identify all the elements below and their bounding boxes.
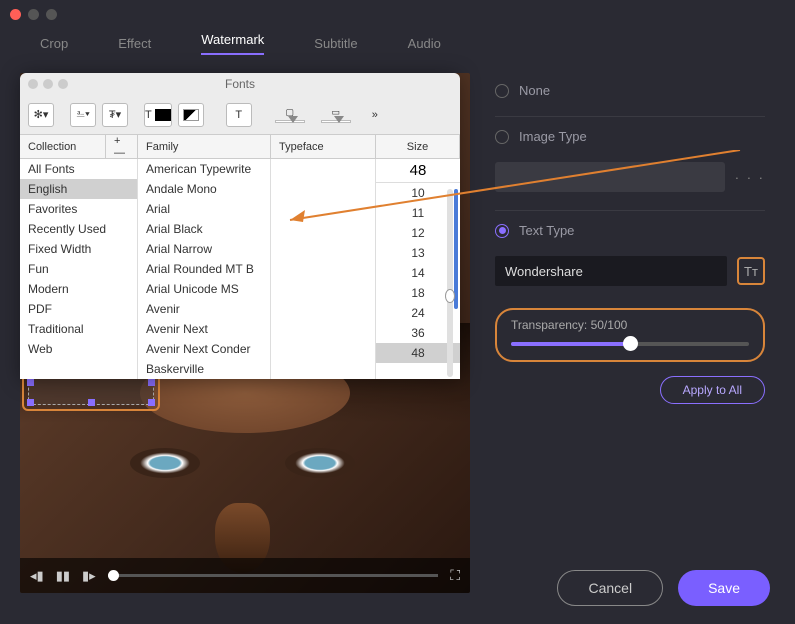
close-window-icon[interactable] — [10, 9, 21, 20]
prev-frame-icon[interactable]: ◂▮ — [30, 568, 44, 584]
families-list[interactable]: American Typewrite Andale Mono Arial Ari… — [138, 159, 271, 379]
collection-add-remove-button[interactable]: + — — [106, 135, 138, 158]
seek-thumb-icon[interactable] — [108, 570, 119, 581]
list-item[interactable]: Modern — [20, 279, 137, 299]
list-item[interactable]: American Typewrite — [138, 159, 270, 179]
gear-icon[interactable]: ✻▾ — [28, 103, 54, 127]
panel-zoom-icon[interactable] — [58, 79, 68, 89]
radio-none[interactable] — [495, 84, 509, 98]
dialog-buttons: Cancel Save — [557, 570, 770, 606]
list-item[interactable]: Web — [20, 339, 137, 359]
bg-color-icon[interactable] — [178, 103, 204, 127]
fonts-panel-title: Fonts — [225, 77, 255, 91]
col-size[interactable]: Size — [376, 135, 460, 158]
tab-subtitle[interactable]: Subtitle — [314, 36, 357, 51]
radio-image-type[interactable] — [495, 130, 509, 144]
list-item[interactable]: Arial Unicode MS — [138, 279, 270, 299]
editor-tabs: Crop Effect Watermark Subtitle Audio — [0, 28, 795, 58]
preview-area: ◂▮ ▮▮ ▮▸ ⛶ Fonts ✻▾ ⎁▾ ₮▾ T — [20, 73, 470, 593]
collections-list[interactable]: All Fonts English Favorites Recently Use… — [20, 159, 138, 379]
pause-icon[interactable]: ▮▮ — [56, 568, 70, 584]
col-family[interactable]: Family — [138, 135, 271, 158]
list-item[interactable]: Recently Used — [20, 219, 137, 239]
list-item[interactable]: English — [20, 179, 137, 199]
video-playbar: ◂▮ ▮▮ ▮▸ ⛶ — [20, 558, 470, 593]
divider — [495, 116, 765, 117]
underline-menu-icon[interactable]: ⎁▾ — [70, 103, 96, 127]
list-item[interactable]: Baskerville — [138, 359, 270, 379]
list-item[interactable]: Favorites — [20, 199, 137, 219]
divider — [495, 210, 765, 211]
watermark-text-input[interactable] — [495, 256, 727, 286]
col-collection[interactable]: Collection — [20, 135, 106, 158]
list-item[interactable]: Andale Mono — [138, 179, 270, 199]
font-settings-button[interactable]: Tᴛ — [737, 257, 765, 285]
fullscreen-icon[interactable]: ⛶ — [450, 567, 460, 584]
col-typeface[interactable]: Typeface — [271, 135, 376, 158]
list-item[interactable]: PDF — [20, 299, 137, 319]
more-tools-icon[interactable]: » — [362, 103, 388, 127]
list-item[interactable]: All Fonts — [20, 159, 137, 179]
resize-handle-icon[interactable] — [27, 399, 34, 406]
text-color-icon[interactable]: T — [144, 103, 172, 127]
list-item[interactable]: Traditional — [20, 319, 137, 339]
label-text-type: Text Type — [519, 223, 574, 238]
scrollbar-thumb-icon[interactable] — [445, 289, 455, 303]
apply-to-all-button[interactable]: Apply to All — [660, 376, 765, 404]
label-image-type: Image Type — [519, 129, 587, 144]
transparency-label: Transparency: 50/100 — [511, 318, 749, 332]
list-item[interactable]: Arial — [138, 199, 270, 219]
slider-thumb-icon[interactable] — [623, 336, 638, 351]
kerning-slider-icon[interactable]: ▢ — [270, 107, 310, 123]
typefaces-list[interactable] — [271, 159, 376, 379]
resize-handle-icon[interactable] — [88, 399, 95, 406]
seek-slider[interactable] — [108, 574, 439, 577]
resize-handle-icon[interactable] — [148, 379, 155, 386]
label-none: None — [519, 83, 550, 98]
fonts-panel-titlebar[interactable]: Fonts — [20, 73, 460, 95]
window-titlebar — [0, 0, 795, 28]
minimize-window-icon[interactable] — [28, 9, 39, 20]
font-size-input[interactable] — [376, 159, 460, 183]
panel-minimize-icon[interactable] — [43, 79, 53, 89]
browse-image-button[interactable]: · · · — [735, 170, 765, 185]
list-item[interactable]: Fun — [20, 259, 137, 279]
panel-close-icon[interactable] — [28, 79, 38, 89]
resize-handle-icon[interactable] — [27, 379, 34, 386]
tab-audio[interactable]: Audio — [408, 36, 441, 51]
save-button[interactable]: Save — [678, 570, 770, 606]
list-item[interactable]: Arial Narrow — [138, 239, 270, 259]
watermark-options-panel: None Image Type · · · Text Type Tᴛ Trans… — [485, 73, 775, 593]
cancel-button[interactable]: Cancel — [557, 570, 663, 606]
list-item[interactable]: Avenir — [138, 299, 270, 319]
list-item[interactable]: Arial Black — [138, 219, 270, 239]
tab-effect[interactable]: Effect — [118, 36, 151, 51]
list-item[interactable]: Fixed Width — [20, 239, 137, 259]
size-scrollbar[interactable] — [442, 189, 458, 377]
maximize-window-icon[interactable] — [46, 9, 57, 20]
resize-handle-icon[interactable] — [148, 399, 155, 406]
fonts-column-headers: Collection + — Family Typeface Size — [20, 135, 460, 159]
sizes-list[interactable]: 10 11 12 13 14 18 24 36 48 — [376, 159, 460, 379]
radio-text-type[interactable] — [495, 224, 509, 238]
strike-menu-icon[interactable]: ₮▾ — [102, 103, 128, 127]
fonts-panel[interactable]: Fonts ✻▾ ⎁▾ ₮▾ T T ▢ ▭ » Collection + — — [20, 73, 460, 379]
image-path-input[interactable] — [495, 162, 725, 192]
transparency-slider[interactable] — [511, 342, 749, 346]
text-sample-icon[interactable]: T — [226, 103, 252, 127]
transparency-group: Transparency: 50/100 — [495, 308, 765, 362]
fonts-toolbar: ✻▾ ⎁▾ ₮▾ T T ▢ ▭ » — [20, 95, 460, 135]
list-item[interactable]: Avenir Next Conder — [138, 339, 270, 359]
list-item[interactable]: Avenir Next — [138, 319, 270, 339]
spacing-slider-icon[interactable]: ▭ — [316, 107, 356, 123]
next-frame-icon[interactable]: ▮▸ — [82, 568, 96, 584]
tab-crop[interactable]: Crop — [40, 36, 68, 51]
list-item[interactable]: Arial Rounded MT B — [138, 259, 270, 279]
tab-watermark[interactable]: Watermark — [201, 32, 264, 55]
